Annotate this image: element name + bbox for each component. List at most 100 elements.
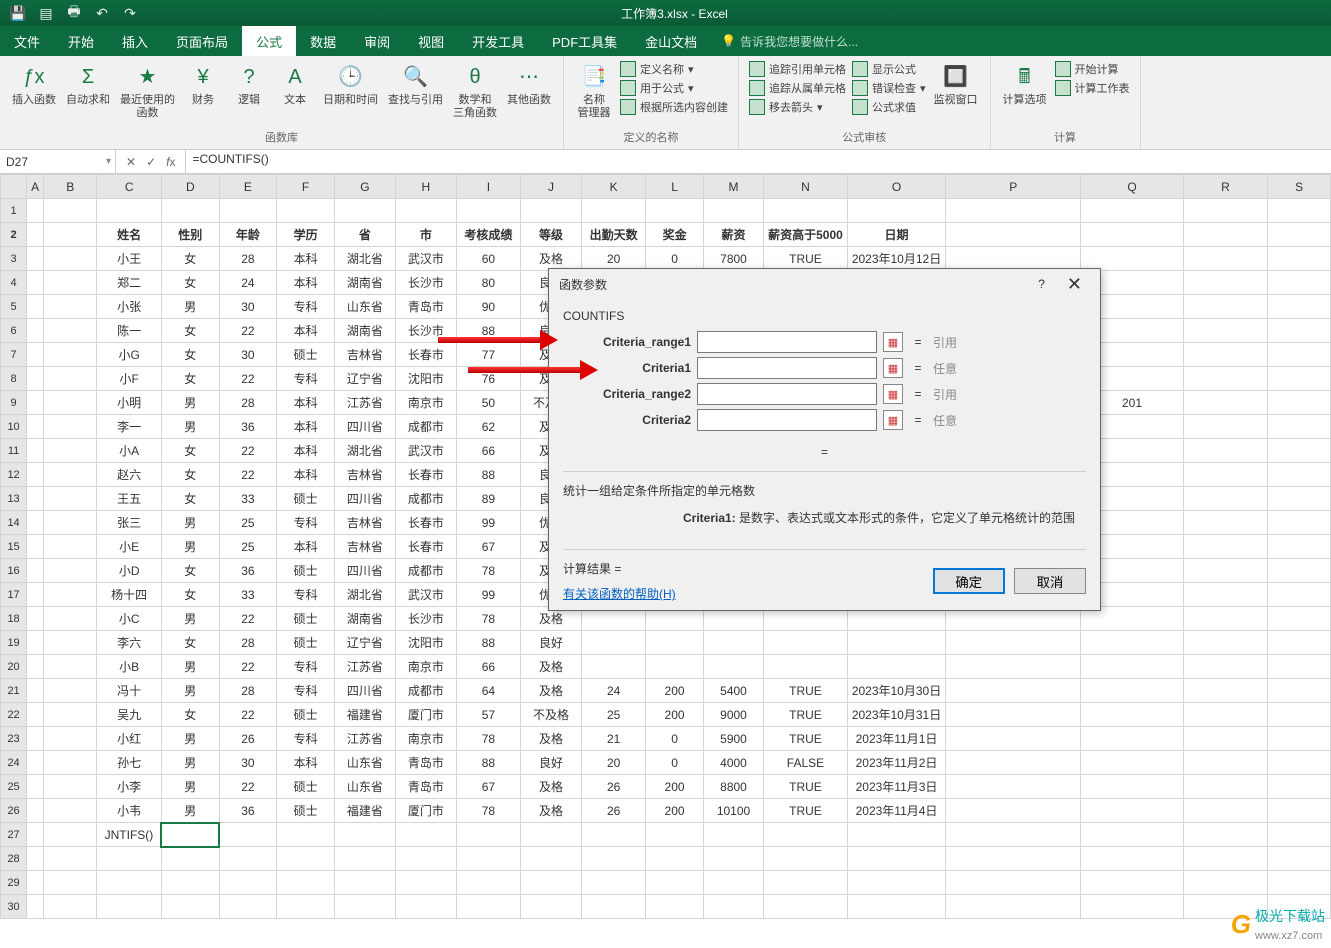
cell[interactable]: [764, 631, 848, 655]
cell[interactable]: 本科: [277, 271, 335, 295]
cell[interactable]: [1183, 415, 1268, 439]
cell[interactable]: 25: [582, 703, 646, 727]
cell[interactable]: 小明: [97, 391, 162, 415]
cell[interactable]: 67: [456, 535, 520, 559]
cell[interactable]: [1268, 223, 1331, 247]
col-header[interactable]: G: [334, 175, 395, 199]
recent-fn-button[interactable]: ★最近使用的 函数: [116, 60, 179, 122]
cell[interactable]: 78: [456, 727, 520, 751]
cell[interactable]: 专科: [277, 583, 335, 607]
cell[interactable]: 湖北省: [334, 583, 395, 607]
row-header[interactable]: 15: [1, 535, 27, 559]
cell[interactable]: 四川省: [334, 559, 395, 583]
cell[interactable]: 男: [161, 391, 219, 415]
cell[interactable]: TRUE: [764, 727, 848, 751]
cell[interactable]: [1268, 679, 1331, 703]
cell[interactable]: TRUE: [764, 799, 848, 823]
cell[interactable]: 陈一: [97, 319, 162, 343]
row-header[interactable]: 20: [1, 655, 27, 679]
cell[interactable]: [395, 199, 456, 223]
col-header[interactable]: P: [946, 175, 1081, 199]
cell[interactable]: 88: [456, 631, 520, 655]
cell[interactable]: 2023年10月12日: [847, 247, 945, 271]
cell[interactable]: [27, 415, 44, 439]
cell[interactable]: [44, 487, 97, 511]
cell[interactable]: 2023年11月1日: [847, 727, 945, 751]
cell[interactable]: 湖南省: [334, 319, 395, 343]
row-header[interactable]: 1: [1, 199, 27, 223]
cell[interactable]: 四川省: [334, 487, 395, 511]
cell[interactable]: 长沙市: [395, 271, 456, 295]
cell[interactable]: [1268, 487, 1331, 511]
cell[interactable]: [277, 895, 335, 919]
cell[interactable]: [764, 655, 848, 679]
cell[interactable]: 硕士: [277, 703, 335, 727]
cell[interactable]: [946, 223, 1081, 247]
cell[interactable]: [277, 871, 335, 895]
cell[interactable]: 武汉市: [395, 247, 456, 271]
cell[interactable]: 99: [456, 583, 520, 607]
cell[interactable]: 小王: [97, 247, 162, 271]
tell-me[interactable]: 💡告诉我您想要做什么...: [711, 26, 868, 56]
cell[interactable]: [44, 559, 97, 583]
cell[interactable]: 良好: [521, 631, 582, 655]
cell[interactable]: [1183, 559, 1268, 583]
cell[interactable]: TRUE: [764, 775, 848, 799]
menu-tab-9[interactable]: PDF工具集: [538, 26, 631, 56]
cell[interactable]: [521, 871, 582, 895]
cell[interactable]: [1183, 439, 1268, 463]
cell[interactable]: 小C: [97, 607, 162, 631]
cell[interactable]: [646, 631, 704, 655]
cell[interactable]: 出勤天数: [582, 223, 646, 247]
cell[interactable]: [1183, 247, 1268, 271]
cell[interactable]: [946, 895, 1081, 919]
cell[interactable]: [1183, 535, 1268, 559]
cell[interactable]: [27, 295, 44, 319]
cell[interactable]: [1268, 439, 1331, 463]
cell[interactable]: 考核成绩: [456, 223, 520, 247]
cell[interactable]: 7800: [703, 247, 763, 271]
cell[interactable]: [1081, 199, 1183, 223]
cell[interactable]: 5400: [703, 679, 763, 703]
cell[interactable]: 78: [456, 559, 520, 583]
trace-dependents-button[interactable]: 追踪从属单元格: [747, 79, 848, 97]
cell[interactable]: [277, 823, 335, 847]
cell[interactable]: 辽宁省: [334, 631, 395, 655]
cell[interactable]: [97, 895, 162, 919]
cell[interactable]: 本科: [277, 319, 335, 343]
cell[interactable]: [1183, 727, 1268, 751]
cell[interactable]: 25: [219, 511, 277, 535]
cell[interactable]: [44, 439, 97, 463]
row-header[interactable]: 3: [1, 247, 27, 271]
create-from-selection-button[interactable]: 根据所选内容创建: [618, 98, 730, 116]
cell[interactable]: 5900: [703, 727, 763, 751]
cell[interactable]: [1183, 343, 1268, 367]
cell[interactable]: [1268, 535, 1331, 559]
cell[interactable]: [27, 247, 44, 271]
cell[interactable]: [44, 463, 97, 487]
cell[interactable]: [1081, 631, 1183, 655]
col-header[interactable]: R: [1183, 175, 1268, 199]
cell[interactable]: 21: [582, 727, 646, 751]
cell[interactable]: 硕士: [277, 559, 335, 583]
cell[interactable]: [1183, 679, 1268, 703]
cell[interactable]: [1268, 583, 1331, 607]
new-icon[interactable]: ▤: [38, 5, 54, 21]
cell[interactable]: 专科: [277, 727, 335, 751]
row-header[interactable]: 26: [1, 799, 27, 823]
cell[interactable]: 女: [161, 631, 219, 655]
cell[interactable]: 吉林省: [334, 511, 395, 535]
cell[interactable]: 66: [456, 655, 520, 679]
cell[interactable]: [1268, 895, 1331, 919]
cell[interactable]: 57: [456, 703, 520, 727]
cell[interactable]: 36: [219, 799, 277, 823]
cell[interactable]: [44, 535, 97, 559]
cell[interactable]: 成都市: [395, 415, 456, 439]
cell[interactable]: 辽宁省: [334, 367, 395, 391]
col-header[interactable]: E: [219, 175, 277, 199]
arg-input-2[interactable]: [697, 383, 877, 405]
cell[interactable]: [1268, 463, 1331, 487]
cell[interactable]: 湖南省: [334, 607, 395, 631]
cell[interactable]: 硕士: [277, 607, 335, 631]
cell[interactable]: [27, 463, 44, 487]
